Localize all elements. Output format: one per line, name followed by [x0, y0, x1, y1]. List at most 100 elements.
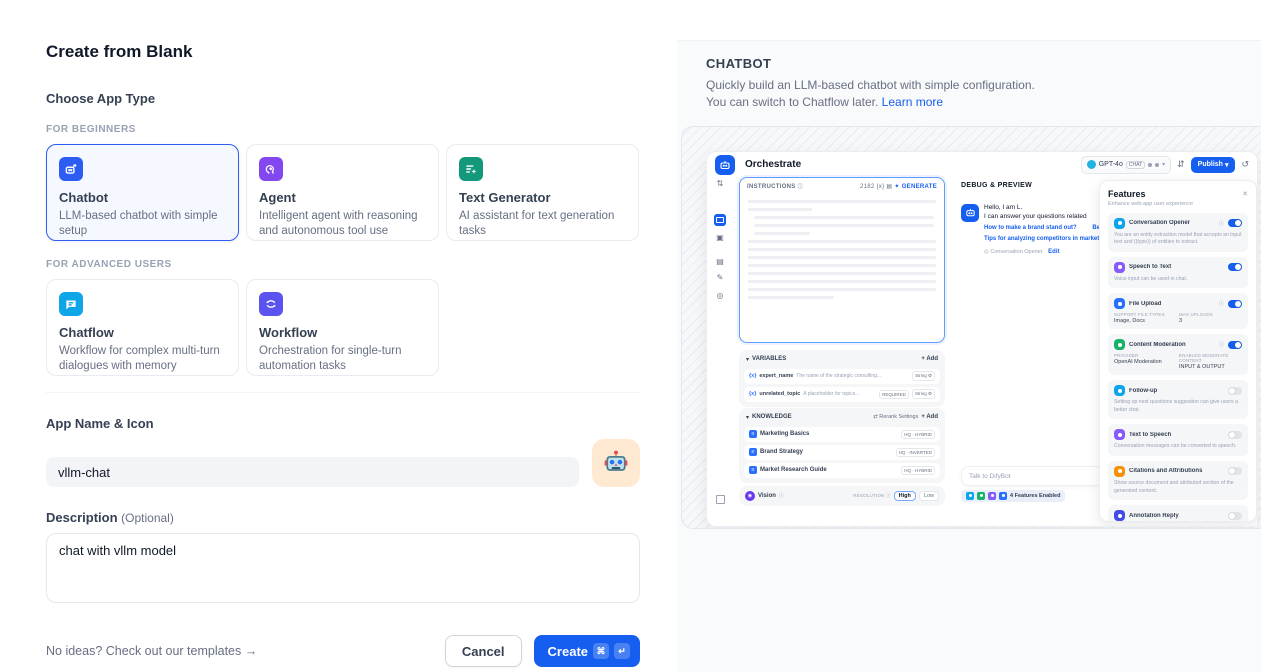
citations-icon: [1114, 466, 1125, 477]
feature-name: Speech to Text: [1129, 264, 1224, 270]
feature-item: Follow-up Setting up next questions sugg…: [1108, 380, 1248, 419]
bot-avatar: [961, 204, 979, 222]
info-icon: ⓘ: [779, 492, 784, 499]
resolution-low-chip: Low: [919, 491, 939, 501]
app-type-card-chatbot[interactable]: Chatbot LLM-based chatbot with simple se…: [46, 144, 239, 241]
prompt-tab-icon: [714, 214, 726, 226]
feature-chip-icon: [999, 492, 1007, 500]
create-app-modal: Create from Blank Choose App Type FOR BE…: [0, 0, 1261, 672]
page-title: Create from Blank: [46, 42, 640, 62]
greeting-line: Hello, I am L.: [984, 204, 1103, 211]
text-to-speech-icon: [1114, 429, 1125, 440]
variable-row: {x} expert_name The name of the strategi…: [744, 369, 940, 384]
mock-header: Orchestrate GPT-4o CHAT ▾ ⇵: [707, 152, 1257, 178]
instructions-panel: INSTRUCTIONS ⓘ 2182 {x} ▤ ✦ GENERATE: [739, 177, 945, 343]
features-subtitle: Enhance web-app user experience: [1108, 201, 1248, 207]
feature-item: Conversation Opener ⓘ You are an entity …: [1108, 213, 1248, 252]
feature-toggle: [1228, 263, 1242, 271]
learn-more-link[interactable]: Learn more: [882, 95, 943, 109]
preview-topbar: [677, 0, 1261, 41]
text-generator-icon: [459, 157, 483, 181]
variables-title: VARIABLES: [752, 356, 786, 362]
mock-controls: GPT-4o CHAT ▾ ⇵ Publish ▾ ↺: [1081, 156, 1249, 174]
preview-heading: CHATBOT: [706, 56, 1261, 71]
dataset-icon: ≡: [749, 466, 757, 474]
feature-name: Follow-up: [1129, 388, 1224, 394]
feature-item: Speech to Text Voice input can be used i…: [1108, 257, 1248, 289]
card-title: Chatflow: [59, 325, 226, 340]
transfer-icon: ⇄: [873, 414, 878, 420]
model-feature-dot-icon: [1155, 163, 1159, 167]
card-title: Chatbot: [59, 190, 226, 205]
app-icon-button[interactable]: [592, 439, 640, 487]
feature-desc: Show source document and attributed sect…: [1114, 480, 1242, 495]
info-icon: ⓘ: [886, 493, 891, 498]
dataset-badge: HQ · HYBRID: [901, 430, 935, 439]
card-title: Workflow: [259, 325, 426, 340]
card-desc: Orchestration for single-turn automation…: [259, 344, 426, 374]
add-variable-button: + Add: [921, 356, 938, 362]
close-icon: ✕: [1242, 190, 1248, 198]
feature-name: Conversation Opener: [1129, 220, 1215, 226]
features-panel: Features ✕ Enhance web-app user experien…: [1099, 180, 1257, 522]
feature-toggle: [1228, 512, 1242, 520]
cancel-button[interactable]: Cancel: [445, 635, 522, 667]
preview-frame: Orchestrate GPT-4o CHAT ▾ ⇵: [681, 126, 1261, 529]
feature-name: Content Moderation: [1129, 342, 1215, 348]
follow-up-icon: [1114, 385, 1125, 396]
modal-footer: No ideas? Check out our templates → Canc…: [46, 635, 640, 667]
group-label-beginners: FOR BEGINNERS: [46, 124, 640, 135]
card-desc: LLM-based chatbot with simple setup: [59, 209, 226, 239]
app-type-card-chatflow[interactable]: Chatflow Workflow for complex multi-turn…: [46, 279, 239, 376]
greeting-line: I can answer your questions related: [984, 213, 1103, 220]
workflow-icon: [259, 292, 283, 316]
app-type-card-workflow[interactable]: Workflow Orchestration for single-turn a…: [246, 279, 439, 376]
knowledge-row: ≡ Market Research Guide HQ · HYBRID: [744, 463, 940, 478]
speech-to-text-icon: [1114, 262, 1125, 273]
group-label-advanced: FOR ADVANCED USERS: [46, 259, 640, 270]
mock-title: Orchestrate: [745, 159, 801, 170]
variable-desc: A placeholder for topics...: [803, 391, 876, 397]
create-button[interactable]: Create ⌘ ↵: [534, 635, 640, 667]
image-icon: ▣: [716, 234, 724, 242]
choose-app-type-heading: Choose App Type: [46, 91, 640, 106]
chatflow-icon: [59, 292, 83, 316]
features-enabled-bar: 4 Features Enabled: [961, 490, 1065, 502]
publish-button: Publish ▾: [1191, 157, 1236, 173]
dataset-name: Marketing Basics: [760, 431, 898, 437]
sparkle-icon: ✦: [894, 184, 899, 190]
meta-key: MAX UPLOADS: [1179, 312, 1242, 317]
description-textarea[interactable]: chat with vllm model: [46, 533, 640, 603]
suggested-question: Tips for analyzing competitors in market: [984, 236, 1103, 242]
opener-label: Conversation Opener: [990, 249, 1042, 255]
feature-name: Text to Speech: [1129, 432, 1224, 438]
agent-icon: [259, 157, 283, 181]
content-moderation-icon: [1114, 339, 1125, 350]
feature-desc: Setting up next questions suggestion can…: [1114, 399, 1242, 414]
robot-emoji-icon: [602, 449, 630, 477]
chatbot-icon: [59, 157, 83, 181]
app-type-card-text-generator[interactable]: Text Generator AI assistant for text gen…: [446, 144, 639, 241]
feature-toggle: [1228, 387, 1242, 395]
preview-description-text: Quickly build an LLM-based chatbot with …: [706, 78, 1035, 109]
variable-icon: {x}: [749, 373, 756, 379]
debug-preview-title: DEBUG & PREVIEW: [961, 182, 1032, 189]
vision-row: ◉ Vision ⓘ RESOLUTION ⓘ High Low: [739, 486, 945, 506]
knowledge-panel: ▾ KNOWLEDGE ⇄ Rerank Settings + Add ≡ Ma…: [739, 408, 945, 483]
info-icon: ⓘ: [1219, 341, 1224, 348]
variable-name: expert_name: [759, 373, 793, 379]
knowledge-row: ≡ Brand Strategy HQ · INVERTED: [744, 445, 940, 460]
app-name-input[interactable]: [46, 457, 579, 487]
resolution-label-text: RESOLUTION: [853, 493, 884, 498]
app-type-card-agent[interactable]: Agent Intelligent agent with reasoning a…: [246, 144, 439, 241]
conversation-opener-icon: [1114, 218, 1125, 229]
variables-panel: ▾ VARIABLES + Add {x} expert_name The na…: [739, 350, 945, 407]
templates-link[interactable]: No ideas? Check out our templates →: [46, 644, 257, 658]
card-desc: Intelligent agent with reasoning and aut…: [259, 209, 426, 239]
feature-toggle: [1228, 431, 1242, 439]
generate-label: GENERATE: [902, 184, 937, 190]
variable-name: unrelated_topic: [759, 391, 800, 397]
dataset-name: Brand Strategy: [760, 449, 893, 455]
chat-input: Talk to DifyBot: [961, 466, 1103, 486]
cmd-key-icon: ⌘: [593, 643, 609, 659]
